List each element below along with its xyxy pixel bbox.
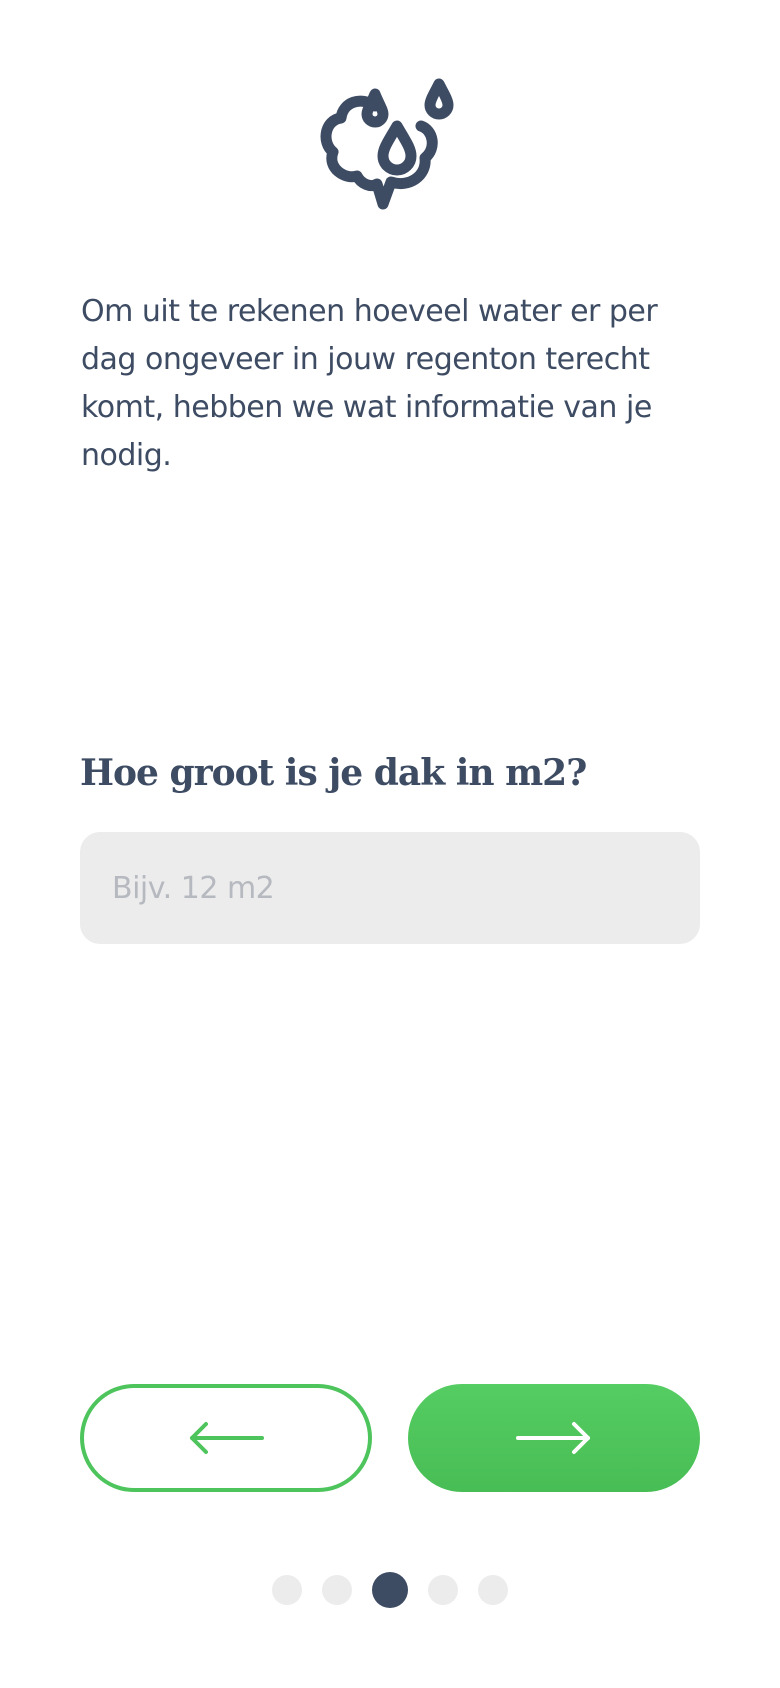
back-button[interactable] (80, 1384, 372, 1492)
next-button[interactable] (408, 1384, 700, 1492)
step-dot (428, 1575, 458, 1605)
arrow-left-icon (190, 1422, 264, 1454)
roof-size-field[interactable] (80, 832, 700, 944)
step-dot (272, 1575, 302, 1605)
step-indicator (0, 1572, 780, 1608)
step-dot (478, 1575, 508, 1605)
arrow-right-icon (516, 1422, 590, 1454)
roof-size-question: Hoe groot is je dak in m2? (80, 752, 587, 794)
brain-drops-logo-icon (313, 76, 465, 222)
step-dot (322, 1575, 352, 1605)
intro-text: Om uit te rekenen hoeveel water er per d… (81, 294, 658, 473)
roof-size-input[interactable] (80, 832, 700, 944)
step-dot-active (372, 1572, 408, 1608)
